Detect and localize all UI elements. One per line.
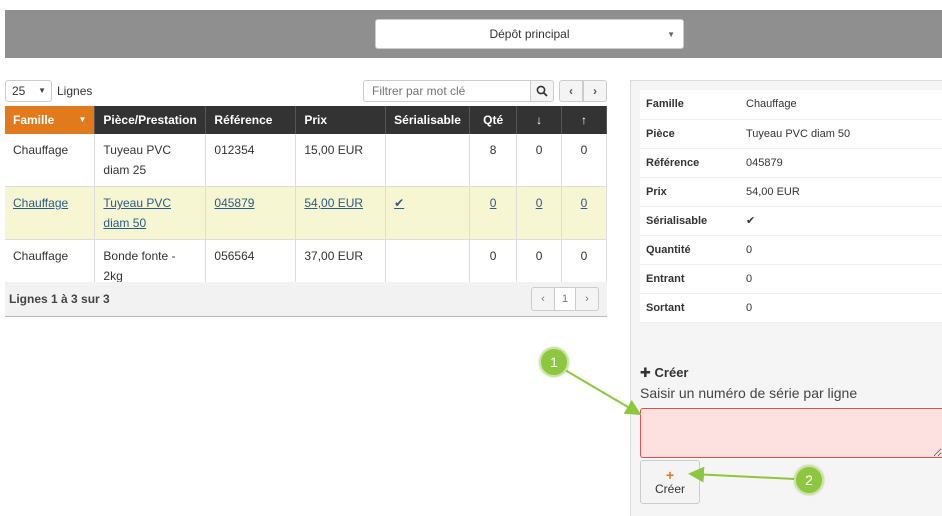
callout-2: 2 bbox=[794, 465, 824, 495]
pager-prev-button[interactable]: ‹ bbox=[532, 288, 554, 310]
detail-row: Entrant 0 bbox=[640, 264, 942, 294]
check-icon[interactable]: ✔ bbox=[394, 196, 404, 210]
page-size-value: 25 bbox=[12, 84, 26, 98]
detail-value: 0 bbox=[740, 293, 942, 323]
pager: ‹ 1 › bbox=[531, 287, 599, 311]
link-qte[interactable]: 0 bbox=[490, 196, 497, 210]
detail-value: Tuyeau PVC diam 50 bbox=[740, 119, 942, 149]
link-reference[interactable]: 045879 bbox=[214, 196, 254, 210]
chevron-down-icon: ▼ bbox=[667, 30, 675, 39]
column-header-prix[interactable]: Prix bbox=[295, 106, 387, 134]
detail-label: Quantité bbox=[640, 235, 740, 265]
page-size-label: Lignes bbox=[57, 84, 93, 98]
cell-entrant: 0 bbox=[516, 134, 563, 187]
cell-sortant[interactable]: 0 bbox=[561, 186, 607, 240]
pager-current-page[interactable]: 1 bbox=[554, 288, 576, 310]
column-header-famille[interactable]: Famille ▼ bbox=[5, 106, 96, 134]
detail-row: Sortant 0 bbox=[640, 293, 942, 323]
check-icon: ✔ bbox=[740, 206, 942, 236]
detail-table: Famille Chauffage Pièce Tuyeau PVC diam 50… bbox=[640, 90, 942, 323]
detail-row: Quantité 0 bbox=[640, 235, 942, 265]
detail-row: Pièce Tuyeau PVC diam 50 bbox=[640, 119, 942, 149]
cell-reference[interactable]: 045879 bbox=[205, 186, 297, 240]
callout-1: 1 bbox=[539, 347, 569, 377]
table-row-selected[interactable]: Chauffage Tuyeau PVC diam 50 045879 54,00… bbox=[5, 186, 607, 240]
filter-input[interactable] bbox=[363, 80, 531, 102]
serial-numbers-textarea[interactable] bbox=[640, 408, 942, 458]
detail-label: Famille bbox=[640, 90, 740, 120]
table-row[interactable]: Chauffage Tuyeau PVC diam 25 012354 15,00… bbox=[5, 134, 607, 187]
plus-icon: ✚ bbox=[640, 365, 655, 380]
arrow-down-icon: ↓ bbox=[536, 113, 543, 127]
detail-label: Prix bbox=[640, 177, 740, 207]
cell-prix: 15,00 EUR bbox=[295, 134, 387, 187]
detail-value: 045879 bbox=[740, 148, 942, 178]
detail-row: Famille Chauffage bbox=[640, 90, 942, 120]
arrow-up-icon: ↑ bbox=[581, 113, 587, 127]
table-footer: Lignes 1 à 3 sur 3 bbox=[5, 282, 607, 317]
depot-select-value: Dépôt principal bbox=[489, 27, 570, 41]
cell-piece: Tuyeau PVC diam 25 bbox=[94, 134, 207, 187]
detail-value: Chauffage bbox=[740, 90, 942, 120]
column-header-qte[interactable]: Qté bbox=[469, 106, 518, 134]
column-header-entrant[interactable]: ↓ bbox=[516, 106, 563, 134]
search-button[interactable] bbox=[530, 80, 554, 102]
pagination-info: Lignes 1 à 3 sur 3 bbox=[9, 292, 110, 306]
detail-label: Sérialisable bbox=[640, 206, 740, 236]
detail-value: 54,00 EUR bbox=[740, 177, 942, 207]
next-button[interactable]: › bbox=[583, 80, 607, 102]
chevron-right-icon: › bbox=[585, 293, 589, 305]
cell-entrant[interactable]: 0 bbox=[516, 186, 563, 240]
cell-sortant: 0 bbox=[561, 134, 607, 187]
detail-row: Prix 54,00 EUR bbox=[640, 177, 942, 207]
chevron-right-icon: › bbox=[593, 84, 597, 98]
detail-value: 0 bbox=[740, 264, 942, 294]
link-entrant[interactable]: 0 bbox=[536, 196, 543, 210]
create-button-label: Créer bbox=[654, 482, 685, 496]
chevron-left-icon: ‹ bbox=[541, 293, 545, 305]
create-button[interactable]: + Créer bbox=[640, 460, 700, 504]
depot-select[interactable]: Dépôt principal ▼ bbox=[375, 19, 684, 49]
cell-reference: 012354 bbox=[205, 134, 297, 187]
cell-prix[interactable]: 54,00 EUR bbox=[295, 186, 387, 240]
items-table: Famille ▼ Pièce/Prestation Référence Prix… bbox=[5, 106, 607, 293]
page-size-select[interactable]: 25 ▼ bbox=[5, 80, 52, 102]
cell-qte[interactable]: 0 bbox=[469, 186, 518, 240]
detail-value: 0 bbox=[740, 235, 942, 265]
column-header-sortant[interactable]: ↑ bbox=[561, 106, 607, 134]
search-icon bbox=[536, 85, 548, 97]
cell-serialisable[interactable]: ✔ bbox=[385, 186, 471, 240]
sort-desc-icon: ▼ bbox=[78, 115, 87, 124]
pager-next-button[interactable]: › bbox=[576, 288, 598, 310]
create-hint: Saisir un numéro de série par ligne bbox=[640, 385, 858, 401]
column-header-reference[interactable]: Référence bbox=[205, 106, 297, 134]
chevron-left-icon: ‹ bbox=[569, 84, 573, 98]
link-famille[interactable]: Chauffage bbox=[13, 196, 68, 210]
link-prix[interactable]: 54,00 EUR bbox=[304, 196, 363, 210]
cell-serialisable bbox=[385, 134, 471, 187]
link-piece[interactable]: Tuyeau PVC diam 50 bbox=[103, 196, 171, 230]
column-header-piece[interactable]: Pièce/Prestation bbox=[94, 106, 207, 134]
detail-row: Référence 045879 bbox=[640, 148, 942, 178]
cell-piece[interactable]: Tuyeau PVC diam 50 bbox=[94, 186, 207, 240]
cell-famille[interactable]: Chauffage bbox=[5, 186, 96, 240]
cell-qte: 8 bbox=[469, 134, 518, 187]
prev-button[interactable]: ‹ bbox=[559, 80, 583, 102]
column-header-serialisable[interactable]: Sérialisable bbox=[385, 106, 471, 134]
link-sortant[interactable]: 0 bbox=[581, 196, 588, 210]
arrow-1 bbox=[564, 369, 642, 416]
detail-label: Pièce bbox=[640, 119, 740, 149]
chevron-down-icon: ▼ bbox=[38, 86, 46, 95]
plus-icon: + bbox=[665, 467, 675, 483]
detail-label: Référence bbox=[640, 148, 740, 178]
detail-label: Entrant bbox=[640, 264, 740, 294]
create-section-title: ✚ Créer bbox=[640, 365, 689, 380]
detail-row: Sérialisable ✔ bbox=[640, 206, 942, 236]
cell-famille: Chauffage bbox=[5, 134, 96, 187]
table-header-row: Famille ▼ Pièce/Prestation Référence Prix… bbox=[5, 106, 607, 134]
detail-label: Sortant bbox=[640, 293, 740, 323]
